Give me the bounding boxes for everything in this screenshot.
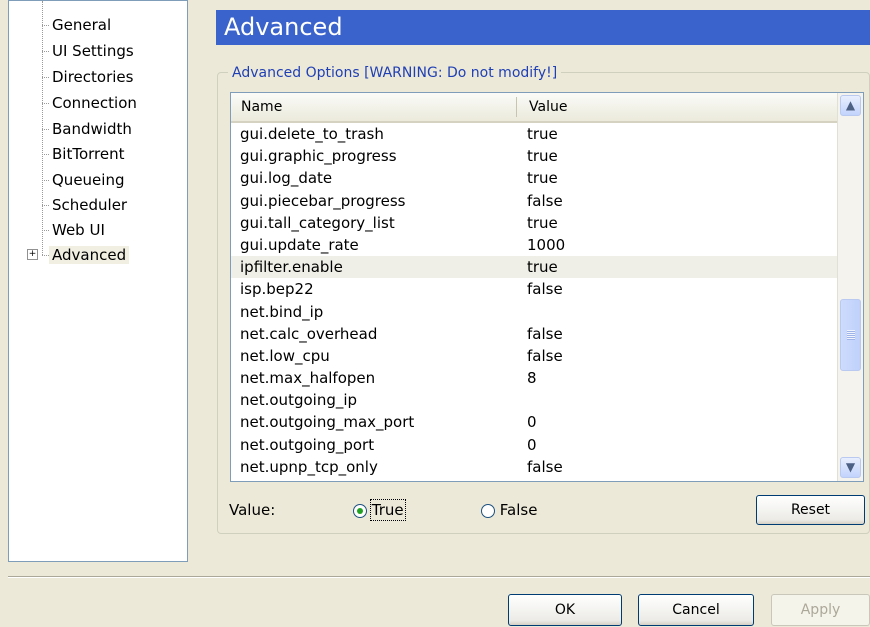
row-value: false — [527, 324, 563, 343]
tree-item-general[interactable]: General — [42, 13, 114, 37]
list-header: Name Value — [231, 93, 838, 123]
table-row[interactable]: net.outgoing_port 0 — [231, 434, 838, 456]
grip-icon — [847, 330, 855, 340]
tree-item-label: Advanced — [49, 246, 130, 264]
cancel-button[interactable]: Cancel — [638, 594, 754, 626]
radio-checked-icon — [353, 503, 367, 518]
tree-item-label: Web UI — [52, 221, 105, 239]
row-name: gui.graphic_progress — [240, 147, 397, 166]
row-value: 1000 — [527, 235, 566, 254]
row-name: isp.bep22 — [240, 280, 314, 299]
table-row[interactable]: net.low_cpu false — [231, 345, 838, 367]
page-title: Advanced — [216, 10, 870, 45]
tree-item-label: BitTorrent — [52, 145, 125, 163]
tree-item-label: Scheduler — [52, 196, 128, 214]
scroll-down-icon[interactable]: ▼ — [840, 457, 861, 478]
row-name: gui.log_date — [240, 169, 333, 188]
column-header-value[interactable]: Value — [529, 93, 567, 121]
row-value: false — [527, 280, 563, 299]
value-label: Value: — [229, 501, 276, 519]
scroll-up-icon[interactable]: ▲ — [840, 95, 861, 116]
row-name: gui.piecebar_progress — [240, 191, 406, 210]
table-row[interactable]: isp.bep22 false — [231, 278, 838, 300]
row-value: false — [527, 346, 563, 365]
footer-divider — [8, 576, 870, 578]
column-divider[interactable] — [516, 97, 517, 117]
table-row[interactable]: gui.update_rate 1000 — [231, 234, 838, 256]
vertical-scrollbar[interactable]: ▲ ▼ — [837, 93, 863, 481]
tree-item-label: UI Settings — [52, 42, 134, 60]
advanced-options-list[interactable]: Name Value gui.delete_to_trash true gui.g… — [230, 92, 864, 482]
row-name: ipfilter.enable — [240, 258, 343, 277]
row-value: true — [527, 147, 558, 166]
row-value: false — [527, 191, 563, 210]
tree-item-scheduler[interactable]: Scheduler — [42, 193, 130, 217]
row-value: true — [527, 213, 558, 232]
row-name: net.low_cpu — [240, 346, 330, 365]
row-value: 0 — [527, 435, 537, 454]
table-row[interactable]: gui.piecebar_progress false — [231, 190, 838, 212]
row-value: true — [527, 258, 558, 277]
row-name: gui.tall_category_list — [240, 213, 395, 232]
row-name: gui.delete_to_trash — [240, 125, 384, 143]
row-value: 8 — [527, 369, 537, 388]
tree-item-web-ui[interactable]: Web UI — [42, 218, 108, 242]
settings-tree: General UI Settings Directories Connecti… — [8, 0, 188, 562]
apply-button[interactable]: Apply — [771, 594, 870, 626]
row-name: net.bind_ip — [240, 302, 324, 321]
tree-item-bandwidth[interactable]: Bandwidth — [42, 117, 135, 141]
tree-item-directories[interactable]: Directories — [42, 65, 136, 89]
table-row[interactable]: net.max_halfopen 8 — [231, 367, 838, 389]
radio-unchecked-icon — [481, 503, 495, 518]
tree-item-ui-settings[interactable]: UI Settings — [42, 39, 137, 63]
tree-item-label: General — [52, 16, 112, 34]
table-row[interactable]: net.outgoing_max_port 0 — [231, 411, 838, 433]
group-title: Advanced Options [WARNING: Do not modify… — [228, 63, 562, 83]
row-value: true — [527, 169, 558, 188]
row-name: net.calc_overhead — [240, 324, 378, 343]
column-header-name[interactable]: Name — [241, 93, 282, 121]
row-value: 0 — [527, 413, 537, 432]
list-rows: gui.delete_to_trash true gui.graphic_prog… — [231, 123, 838, 478]
tree-item-connection[interactable]: Connection — [42, 91, 140, 115]
table-row[interactable]: net.bind_ip — [231, 301, 838, 323]
row-name: gui.update_rate — [240, 235, 359, 254]
table-row[interactable]: gui.graphic_progress true — [231, 145, 838, 167]
tree-item-bittorrent[interactable]: BitTorrent — [42, 142, 128, 166]
tree-item-label: Bandwidth — [52, 120, 132, 138]
radio-false[interactable]: False — [481, 498, 537, 522]
table-row[interactable]: net.outgoing_ip — [231, 389, 838, 411]
table-row[interactable]: net.upnp_tcp_only false — [231, 456, 838, 478]
table-row[interactable]: gui.tall_category_list true — [231, 212, 838, 234]
row-value: true — [527, 125, 558, 143]
row-name: net.upnp_tcp_only — [240, 457, 378, 476]
scroll-thumb[interactable] — [840, 299, 861, 371]
row-name: net.outgoing_port — [240, 435, 375, 454]
table-row-selected[interactable]: ipfilter.enable true — [231, 256, 838, 279]
tree-connector-line — [42, 1, 43, 255]
reset-button[interactable]: Reset — [756, 495, 865, 525]
radio-true-label: True — [369, 499, 406, 521]
row-name: net.outgoing_max_port — [240, 413, 415, 432]
row-name: net.outgoing_ip — [240, 391, 358, 410]
radio-false-label: False — [499, 501, 538, 519]
table-row[interactable]: gui.log_date true — [231, 167, 838, 189]
tree-item-advanced[interactable]: Advanced — [42, 243, 130, 267]
expand-plus-icon[interactable]: + — [27, 249, 38, 260]
radio-true[interactable]: True — [353, 498, 406, 522]
tree-item-queueing[interactable]: Queueing — [42, 168, 127, 192]
table-row[interactable]: net.calc_overhead false — [231, 323, 838, 345]
row-name: net.max_halfopen — [240, 369, 376, 388]
table-row[interactable]: gui.delete_to_trash true — [231, 123, 838, 145]
tree-item-label: Connection — [52, 94, 137, 112]
row-value: false — [527, 457, 563, 476]
tree-item-label: Queueing — [52, 171, 125, 189]
tree-item-label: Directories — [52, 68, 134, 86]
ok-button[interactable]: OK — [508, 594, 622, 626]
